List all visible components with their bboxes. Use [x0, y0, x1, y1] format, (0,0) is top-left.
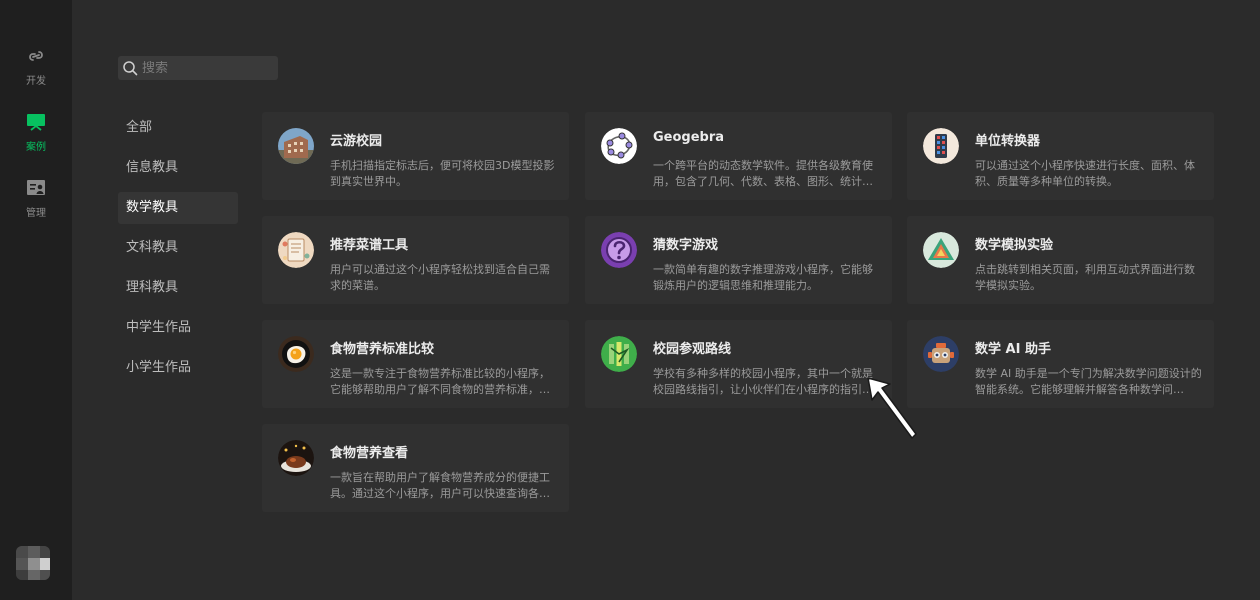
category-list: 全部 信息教具 数学教具 文科教具 理科教具 中学生作品 小学生作品 — [118, 112, 238, 392]
case-card[interactable]: 食物营养标准比较 这是一款专注于食物营养标准比较的小程序，它能够帮助用户了解不同… — [262, 320, 569, 408]
fried-egg-icon — [278, 336, 314, 372]
question-mark-icon — [601, 232, 637, 268]
ruler-icon — [923, 128, 959, 164]
rail-item-label: 案例 — [26, 142, 46, 153]
link-icon — [25, 45, 47, 67]
card-description: 可以通过这个小程序快速进行长度、面积、体积、质量等多种单位的转换。 — [975, 159, 1195, 188]
case-icon — [25, 111, 47, 133]
card-description: 一个跨平台的动态数学软件。提供各级教育使用，包含了几何、代数、表格、图形、统计… — [653, 159, 873, 188]
card-title: 单位转换器 — [975, 134, 1041, 149]
card-title: 食物营养查看 — [330, 446, 409, 461]
case-card[interactable]: 食物营养查看 一款旨在帮助用户了解食物营养成分的便捷工具。通过这个小程序，用户可… — [262, 424, 569, 512]
case-card[interactable]: 云游校园 手机扫描指定标志后，便可将校园3D模型投影到真实世界中。 — [262, 112, 569, 200]
search-input[interactable] — [142, 60, 272, 76]
rail-item-label: 管理 — [26, 208, 46, 219]
triangle-icon — [923, 232, 959, 268]
category-middle-school-works[interactable]: 中学生作品 — [118, 312, 238, 344]
card-title: 校园参观路线 — [653, 342, 732, 357]
case-card[interactable]: 猜数字游戏 一款简单有趣的数字推理游戏小程序，它能够锻炼用户的逻辑思维和推理能力… — [585, 216, 892, 304]
case-card[interactable]: 推荐菜谱工具 用户可以通过这个小程序轻松找到适合自己需求的菜谱。 — [262, 216, 569, 304]
category-math-tools[interactable]: 数学教具 — [118, 192, 238, 224]
card-description: 点击跳转到相关页面，利用互动式界面进行数学模拟实验。 — [975, 263, 1195, 292]
campus-building-icon — [278, 128, 314, 164]
card-description: 手机扫描指定标志后，便可将校园3D模型投影到真实世界中。 — [330, 159, 555, 188]
card-title: 推荐菜谱工具 — [330, 238, 409, 253]
map-route-icon — [601, 336, 637, 372]
left-rail: 开发 案例 管理 — [0, 0, 72, 600]
card-description: 这是一款专注于食物营养标准比较的小程序，它能够帮助用户了解不同食物的营养标准，… — [330, 367, 550, 396]
card-title: 食物营养标准比较 — [330, 342, 435, 357]
card-description: 用户可以通过这个小程序轻松找到适合自己需求的菜谱。 — [330, 263, 550, 292]
manage-icon — [25, 177, 47, 199]
card-title: 云游校园 — [330, 134, 383, 149]
card-title: 数学模拟实验 — [975, 238, 1054, 253]
food-plate-icon — [278, 440, 314, 476]
card-description: 学校有多种多样的校园小程序，其中一个就是校园路线指引，让小伙伴们在小程序的指引… — [653, 367, 873, 396]
card-description: 一款简单有趣的数字推理游戏小程序，它能够锻炼用户的逻辑思维和推理能力。 — [653, 263, 873, 292]
user-avatar[interactable] — [16, 546, 50, 580]
search-icon — [123, 61, 138, 76]
recipe-icon — [278, 232, 314, 268]
card-title: 猜数字游戏 — [653, 238, 719, 253]
category-all[interactable]: 全部 — [118, 112, 238, 144]
robot-icon — [923, 336, 959, 372]
category-primary-school-works[interactable]: 小学生作品 — [118, 352, 238, 384]
case-card[interactable]: 单位转换器 可以通过这个小程序快速进行长度、面积、体积、质量等多种单位的转换。 — [907, 112, 1214, 200]
category-info-tools[interactable]: 信息教具 — [118, 152, 238, 184]
card-title: Geogebra — [653, 130, 725, 145]
rail-item-develop[interactable]: 开发 — [0, 40, 72, 92]
card-title: 数学 AI 助手 — [975, 342, 1051, 357]
case-card[interactable]: 数学模拟实验 点击跳转到相关页面，利用互动式界面进行数学模拟实验。 — [907, 216, 1214, 304]
category-science-tools[interactable]: 理科教具 — [118, 272, 238, 304]
geogebra-icon — [601, 128, 637, 164]
search-box[interactable] — [118, 56, 278, 80]
card-description: 数学 AI 助手是一个专门为解决数学问题设计的智能系统。它能够理解并解答各种数学… — [975, 367, 1202, 396]
case-card[interactable]: Geogebra 一个跨平台的动态数学软件。提供各级教育使用，包含了几何、代数、… — [585, 112, 892, 200]
case-card[interactable]: 校园参观路线 学校有多种多样的校园小程序，其中一个就是校园路线指引，让小伙伴们在… — [585, 320, 892, 408]
case-card[interactable]: 数学 AI 助手 数学 AI 助手是一个专门为解决数学问题设计的智能系统。它能够… — [907, 320, 1214, 408]
card-description: 一款旨在帮助用户了解食物营养成分的便捷工具。通过这个小程序，用户可以快速查询各… — [330, 471, 550, 500]
rail-item-cases[interactable]: 案例 — [0, 106, 72, 158]
rail-item-label: 开发 — [26, 76, 46, 87]
rail-item-manage[interactable]: 管理 — [0, 172, 72, 224]
category-liberal-arts-tools[interactable]: 文科教具 — [118, 232, 238, 264]
